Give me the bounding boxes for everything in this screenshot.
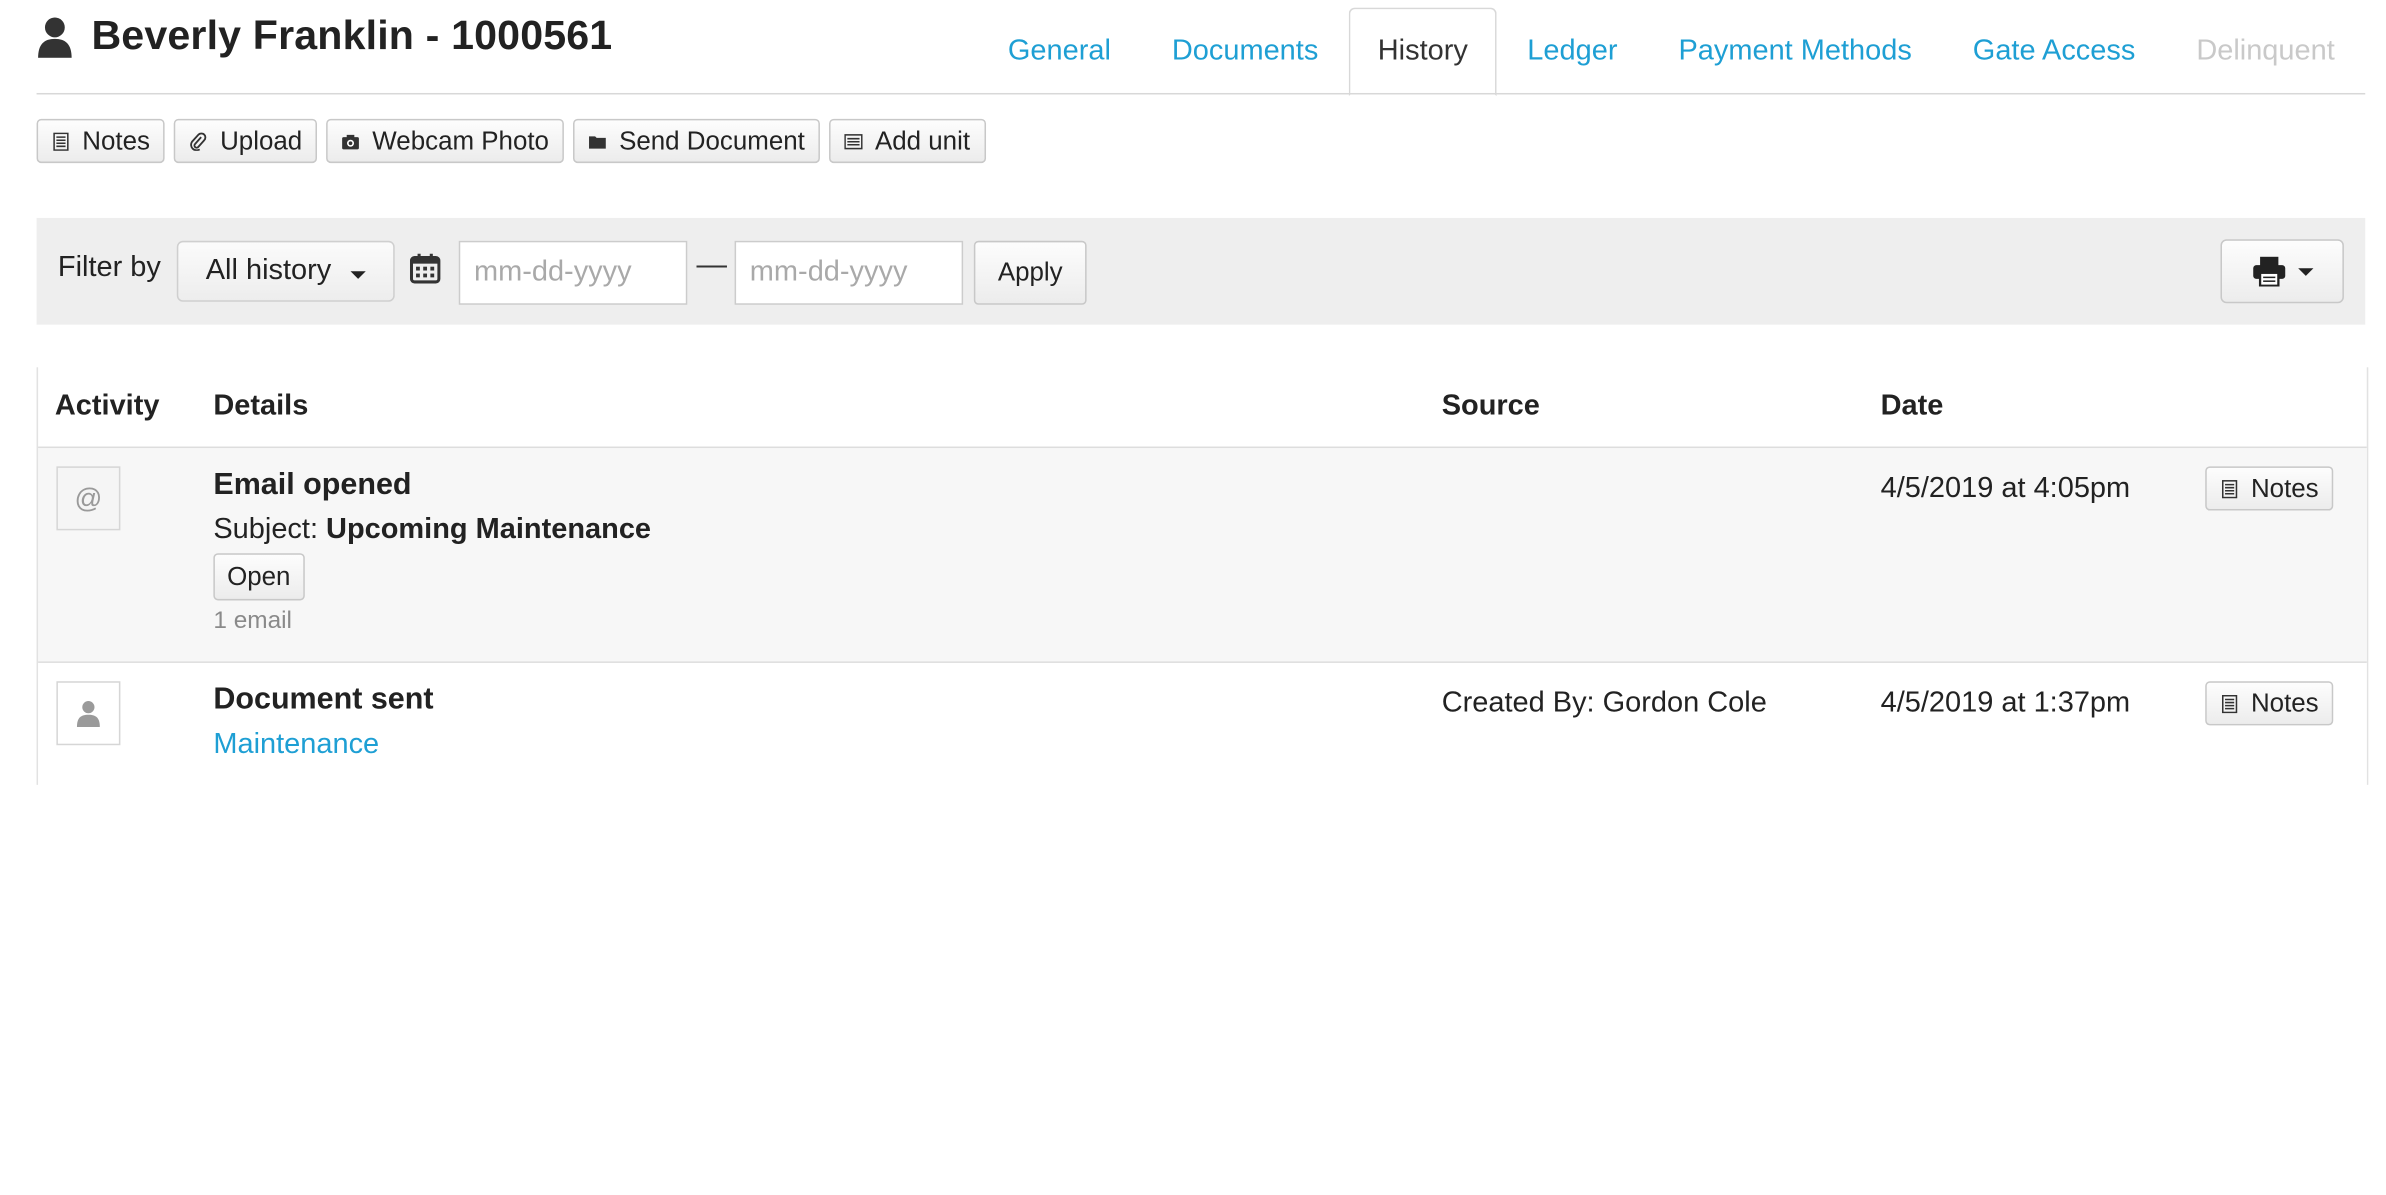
filter-bar: Filter by All history — Apply — [36, 217, 2366, 325]
table-row: Document sent Maintenance Created By: Go… — [38, 662, 2367, 785]
tab-ledger[interactable]: Ledger — [1497, 9, 1648, 94]
notes-icon — [2221, 479, 2238, 498]
row-notes-button[interactable]: Notes — [2205, 681, 2334, 726]
tab-history[interactable]: History — [1348, 7, 1497, 97]
notes-icon — [53, 131, 69, 151]
tab-payment-methods[interactable]: Payment Methods — [1648, 9, 1942, 94]
upload-button[interactable]: Upload — [174, 118, 318, 164]
customer-history-view: Beverly Franklin - 1000561 General Docum… — [0, 0, 2386, 785]
add-unit-button[interactable]: Add unit — [829, 118, 986, 164]
email-subject: Subject: Upcoming Maintenance — [213, 514, 651, 548]
notes-icon — [2221, 694, 2238, 713]
header: Beverly Franklin - 1000561 General Docum… — [37, 0, 2366, 97]
activity-date: 4/5/2019 at 4:05pm — [1880, 472, 2131, 505]
row-notes-button-label: Notes — [2250, 688, 2319, 718]
column-header-details: Details — [213, 390, 309, 423]
caret-down-icon — [2297, 267, 2313, 276]
column-header-activity: Activity — [54, 390, 160, 423]
history-type-selected: All history — [205, 254, 332, 287]
webcam-photo-button-label: Webcam Photo — [372, 125, 549, 155]
subject-value: Upcoming Maintenance — [326, 513, 652, 546]
person-icon — [76, 701, 100, 727]
printer-icon — [2252, 256, 2285, 287]
table-row: @ Email opened Subject: Upcoming Mainten… — [38, 448, 2367, 663]
caret-down-icon — [350, 271, 366, 279]
start-date-input[interactable] — [458, 240, 688, 305]
column-header-source: Source — [1441, 390, 1540, 423]
subject-label: Subject: — [213, 513, 318, 546]
tab-bar: General Documents History Ledger Payment… — [977, 7, 2365, 97]
row-notes-button-label: Notes — [2250, 473, 2319, 503]
table-header: Activity Details Source Date — [38, 367, 2367, 449]
send-document-button-label: Send Document — [619, 125, 805, 155]
person-icon — [38, 16, 72, 58]
person-icon — [56, 681, 121, 746]
activity-date: 4/5/2019 at 1:37pm — [1880, 687, 2131, 720]
tab-gate-access[interactable]: Gate Access — [1942, 9, 2166, 94]
date-range-separator: — — [696, 248, 727, 282]
notes-button[interactable]: Notes — [36, 118, 166, 164]
webcam-photo-button[interactable]: Webcam Photo — [326, 118, 565, 164]
column-header-date: Date — [1880, 390, 1944, 423]
header-divider — [36, 92, 2366, 95]
print-menu-button[interactable] — [2220, 239, 2344, 304]
row-notes-button[interactable]: Notes — [2205, 466, 2334, 511]
customer-name: Beverly Franklin - 1000561 — [91, 12, 613, 58]
storage-unit-icon — [844, 133, 863, 149]
paperclip-icon — [190, 131, 207, 151]
activity-title: Document sent — [213, 682, 434, 717]
notes-button-label: Notes — [82, 125, 150, 155]
history-table: Activity Details Source Date @ Email ope… — [36, 367, 2369, 785]
send-document-button[interactable]: Send Document — [573, 118, 821, 164]
history-type-select[interactable]: All history — [176, 240, 395, 302]
upload-button-label: Upload — [220, 125, 303, 155]
activity-title: Email opened — [213, 467, 412, 502]
filter-label: Filter by — [57, 251, 161, 284]
tab-documents[interactable]: Documents — [1141, 9, 1348, 94]
action-toolbar: Notes Upload Webcam Photo Send Document … — [36, 118, 986, 164]
end-date-input[interactable] — [734, 240, 964, 305]
activity-source: Created By: Gordon Cole — [1441, 687, 1767, 720]
add-unit-button-label: Add unit — [874, 125, 971, 155]
open-email-button[interactable]: Open — [213, 553, 305, 601]
apply-button[interactable]: Apply — [973, 240, 1087, 305]
at-sign-icon: @ — [56, 466, 121, 531]
email-count: 1 email — [213, 608, 292, 634]
calendar-icon — [409, 253, 441, 284]
tab-general[interactable]: General — [977, 9, 1141, 94]
document-link[interactable]: Maintenance — [213, 728, 379, 762]
page-title: Beverly Franklin - 1000561 — [37, 12, 613, 59]
page: Beverly Franklin - 1000561 General Docum… — [0, 0, 2386, 1195]
tab-delinquent: Delinquent — [2196, 35, 2335, 68]
folder-icon — [589, 135, 607, 148]
camera-icon — [342, 134, 360, 149]
